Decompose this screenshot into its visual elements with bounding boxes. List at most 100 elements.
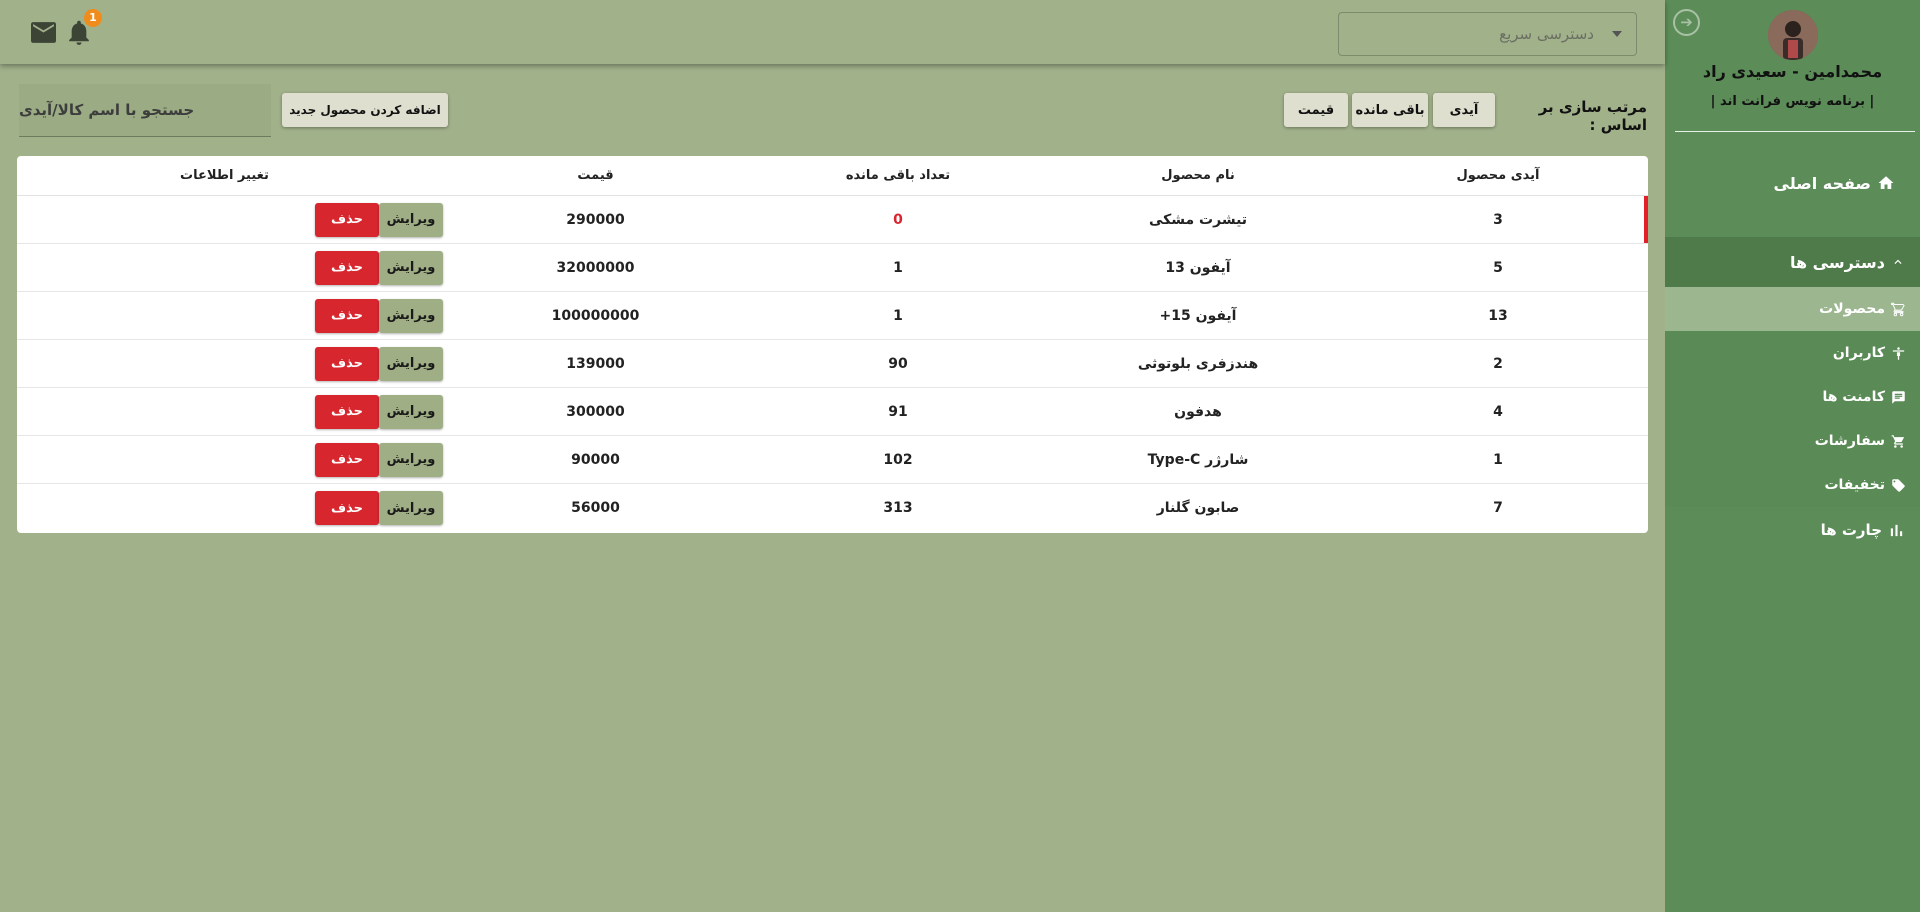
cell-actions: حذف ویرایش: [17, 292, 443, 339]
edit-button[interactable]: ویرایش: [379, 346, 443, 381]
cell-price: 139000: [566, 355, 625, 372]
delete-button[interactable]: حذف: [315, 491, 379, 525]
mail-icon[interactable]: [31, 22, 56, 47]
cell-price: 32000000: [556, 259, 635, 276]
notification-badge: 1: [84, 9, 102, 27]
add-product-button[interactable]: اضافه کردن محصول جدید: [282, 93, 448, 127]
edit-button[interactable]: ویرایش: [379, 442, 443, 477]
delete-button[interactable]: حذف: [315, 394, 379, 429]
cell-actions: حذف ویرایش: [17, 484, 443, 532]
sidebar-item-label: چارت ها: [1820, 521, 1882, 539]
sidebar-item-label: تخفیفات: [1824, 477, 1885, 493]
cell-actions: حذف ویرایش: [17, 244, 443, 291]
cell-actions: حذف ویرایش: [17, 436, 443, 483]
delete-button[interactable]: حذف: [315, 250, 379, 285]
delete-button[interactable]: حذف: [315, 442, 379, 477]
cell-id: 3: [1493, 211, 1503, 228]
sidebar-item-label: کامنت ها: [1822, 389, 1885, 405]
user-name: محمدامین - سعیدی راد: [1702, 62, 1883, 81]
cell-id: 13: [1488, 307, 1508, 324]
delete-button[interactable]: حذف: [315, 202, 379, 237]
sort-by-id-button[interactable]: آیدی: [1433, 93, 1495, 127]
search-input[interactable]: جستجو با اسم کالا/آیدی: [19, 84, 271, 137]
cell-stock: 0: [893, 211, 903, 228]
cell-stock: 313: [883, 500, 913, 516]
home-icon: [1877, 174, 1895, 192]
sidebar-item-label: سفارشات: [1814, 433, 1885, 449]
cell-stock: 90: [888, 355, 908, 372]
cell-id: 7: [1493, 500, 1503, 516]
table-row: 7 صابون گلنار 313 56000 حذف ویرایش: [17, 484, 1648, 532]
cell-actions: حذف ویرایش: [17, 388, 443, 435]
bar-chart-icon: [1888, 522, 1905, 539]
cell-price: 90000: [571, 451, 620, 468]
sort-by-stock-button[interactable]: باقی مانده: [1352, 93, 1428, 127]
cell-id: 1: [1493, 451, 1503, 468]
cell-name: هندزفری بلوتوثی: [1137, 355, 1259, 372]
header-actions: تغییر اطلاعات: [180, 168, 269, 183]
out-of-stock-marker: [1644, 196, 1648, 243]
edit-button[interactable]: ویرایش: [379, 202, 443, 237]
cell-name: تیشرت مشکی: [1148, 211, 1248, 228]
cell-name: آیفون 13: [1165, 259, 1231, 276]
edit-button[interactable]: ویرایش: [379, 491, 443, 525]
avatar: [1768, 10, 1818, 60]
cell-stock: 1: [893, 307, 903, 324]
sidebar-item-label: محصولات: [1819, 301, 1885, 317]
cell-price: 56000: [571, 500, 620, 516]
delete-button[interactable]: حذف: [315, 346, 379, 381]
delete-button[interactable]: حذف: [315, 298, 379, 333]
sort-label: مرتب سازی بر اساس :: [1538, 98, 1647, 134]
table-row: 3 تیشرت مشکی 0 290000 حذف ویرایش: [17, 196, 1648, 244]
header-id: آیدی محصول: [1456, 168, 1540, 183]
topbar: دسترسی سریع 1: [0, 0, 1665, 64]
sidebar-item-products[interactable]: محصولات: [1665, 287, 1920, 331]
sidebar-item-charts[interactable]: چارت ها: [1665, 515, 1920, 545]
sidebar-collapse-icon[interactable]: ➔: [1673, 9, 1700, 36]
header-stock: تعداد باقی مانده: [845, 168, 951, 183]
cell-stock: 102: [883, 451, 913, 468]
header-name: نام محصول: [1161, 168, 1235, 183]
cell-stock: 1: [893, 259, 903, 276]
table-row: 13 آیفون 15+ 1 100000000 حذف ویرایش: [17, 292, 1648, 340]
sort-by-price-button[interactable]: قیمت: [1284, 93, 1348, 127]
nav-group-items: محصولات کاربران کامنت ها سفارشات تخفیفات: [1665, 287, 1920, 507]
sidebar-item-orders[interactable]: سفارشات: [1665, 419, 1920, 463]
products-table: آیدی محصول نام محصول تعداد باقی مانده قی…: [17, 156, 1648, 533]
sidebar-item-comments[interactable]: کامنت ها: [1665, 375, 1920, 419]
sidebar: ➔ محمدامین - سعیدی راد | برنامه نویس فرا…: [1665, 0, 1920, 912]
nav-home-label: صفحه اصلی: [1773, 173, 1871, 193]
table-header: آیدی محصول نام محصول تعداد باقی مانده قی…: [17, 156, 1648, 196]
edit-button[interactable]: ویرایش: [379, 394, 443, 429]
cart-outline-icon: [1891, 302, 1906, 317]
cell-name: هدفون: [1174, 403, 1222, 420]
cell-name: شارژر Type-C: [1147, 451, 1249, 468]
nav-home[interactable]: صفحه اصلی: [1665, 168, 1920, 198]
comment-icon: [1891, 390, 1906, 405]
header-price: قیمت: [577, 168, 614, 183]
table-row: 5 آیفون 13 1 32000000 حذف ویرایش: [17, 244, 1648, 292]
cell-stock: 91: [888, 403, 908, 420]
edit-button[interactable]: ویرایش: [379, 250, 443, 285]
sidebar-item-label: کاربران: [1832, 345, 1885, 361]
cell-price: 290000: [566, 211, 625, 228]
table-row: 2 هندزفری بلوتوثی 90 139000 حذف ویرایش: [17, 340, 1648, 388]
cell-id: 5: [1493, 259, 1503, 276]
quick-access-select[interactable]: دسترسی سریع: [1338, 12, 1637, 56]
sidebar-divider: [1675, 131, 1915, 132]
tag-icon: [1891, 478, 1906, 493]
cell-actions: حذف ویرایش: [17, 196, 443, 243]
cell-actions: حذف ویرایش: [17, 340, 443, 387]
nav-group-access: دسترسی ها محصولات کاربران کامنت ها سفارش…: [1665, 237, 1920, 507]
sidebar-item-discounts[interactable]: تخفیفات: [1665, 463, 1920, 507]
user-role: | برنامه نویس فرانت اند |: [1710, 94, 1875, 109]
nav-group-toggle[interactable]: دسترسی ها: [1665, 237, 1920, 287]
table-row: 4 هدفون 91 300000 حذف ویرایش: [17, 388, 1648, 436]
sidebar-item-users[interactable]: کاربران: [1665, 331, 1920, 375]
chevron-up-icon: [1891, 255, 1905, 269]
cell-id: 4: [1493, 403, 1503, 420]
cell-price: 100000000: [551, 307, 640, 324]
edit-button[interactable]: ویرایش: [379, 298, 443, 333]
nav-group-label: دسترسی ها: [1789, 252, 1885, 272]
cart-icon: [1891, 434, 1906, 449]
